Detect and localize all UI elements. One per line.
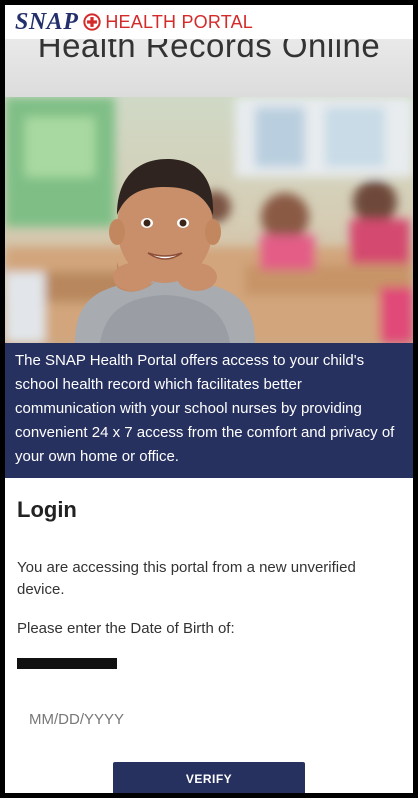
red-cross-circle-icon: [83, 13, 101, 31]
page-subtitle: Health Records Online: [37, 39, 381, 64]
dob-input[interactable]: [17, 702, 397, 736]
dob-prompt: Please enter the Date of Birth of:: [17, 620, 235, 637]
verify-button[interactable]: VERIFY: [113, 762, 305, 793]
hero-image: [5, 97, 413, 343]
intro-panel: The SNAP Health Portal offers access to …: [5, 343, 413, 478]
intro-text: The SNAP Health Portal offers access to …: [15, 352, 395, 465]
app-frame: SNAP HEALTH PORTAL Health Records Online: [5, 5, 413, 793]
unverified-device-message: You are accessing this portal from a new…: [17, 559, 356, 598]
brand-snap-logo: SNAP: [15, 8, 79, 35]
login-title: Login: [17, 497, 77, 522]
classroom-child-photo: [5, 97, 413, 343]
brand-portal-label: HEALTH PORTAL: [105, 11, 253, 32]
app-header: SNAP HEALTH PORTAL: [5, 5, 413, 39]
subtitle-band: Health Records Online: [5, 39, 413, 97]
redacted-name: [17, 658, 117, 669]
